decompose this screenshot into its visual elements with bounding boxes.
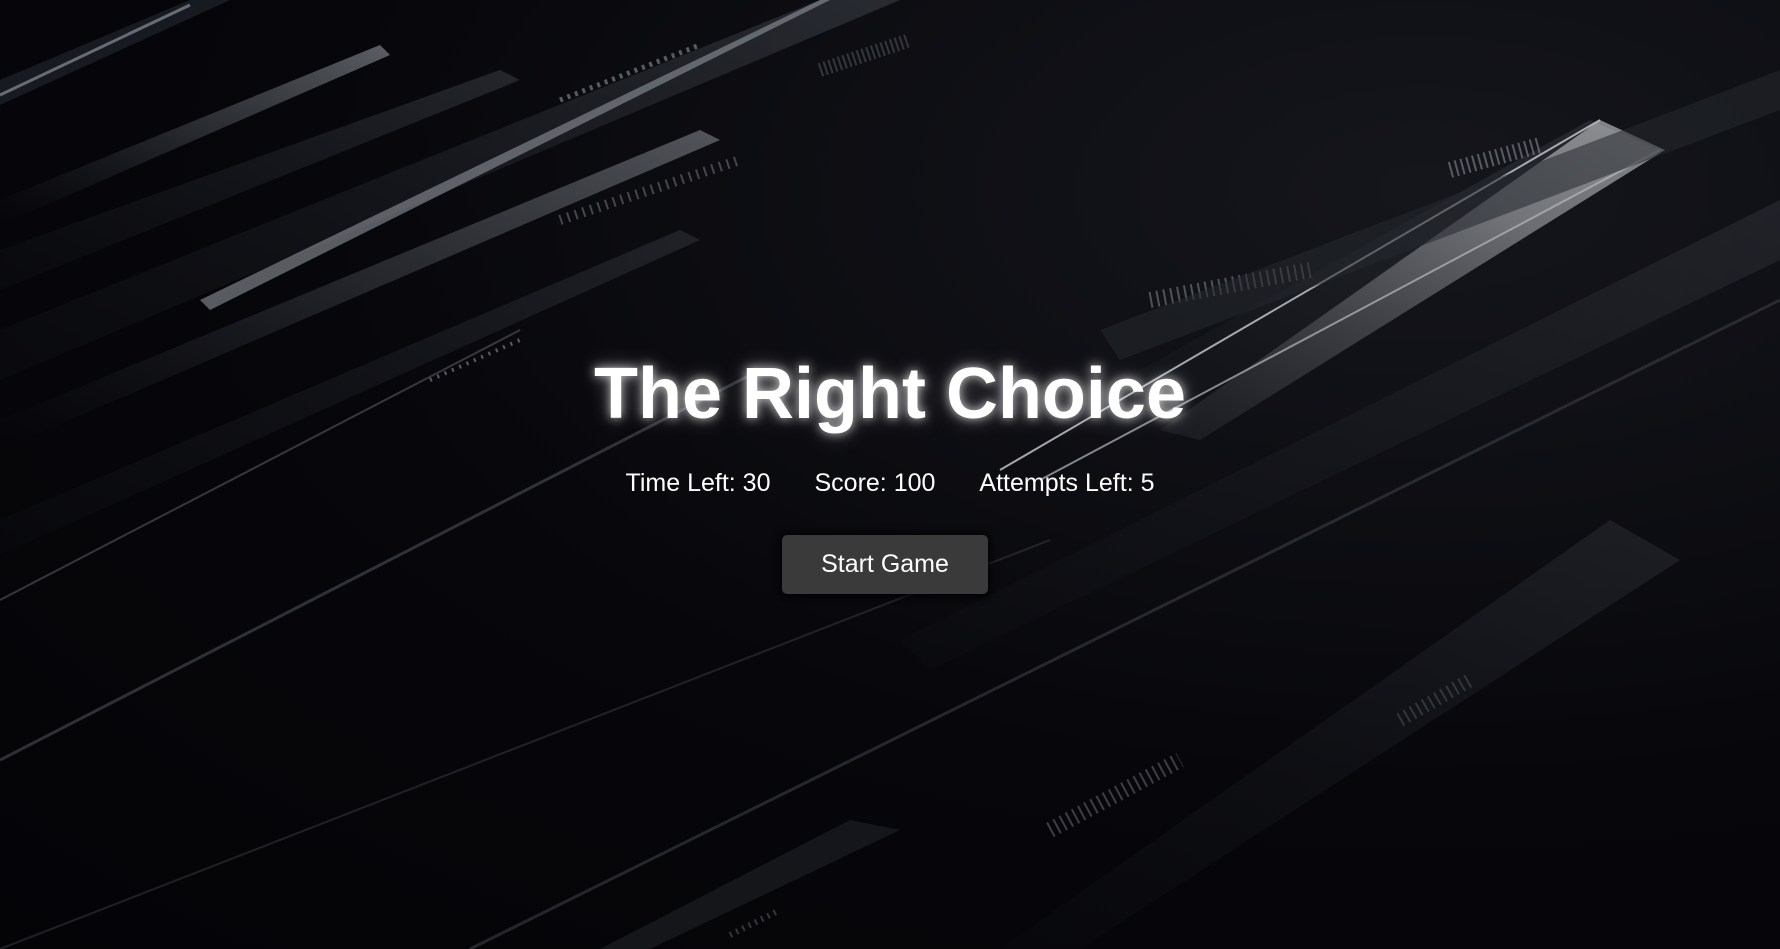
score-stat: Score: 100 [814,466,935,500]
game-screen: The Right Choice Time Left: 30 Score: 10… [0,0,1780,949]
attempts-left-label: Attempts Left: [979,469,1141,497]
attempts-left-value: 5 [1140,469,1155,497]
game-title: The Right Choice [594,354,1186,434]
start-game-button[interactable]: Start Game [782,535,988,594]
score-label: Score: [814,469,894,497]
start-screen: The Right Choice Time Left: 30 Score: 10… [0,0,1780,949]
score-value: 100 [893,469,936,497]
time-left-stat: Time Left: 30 [626,466,771,500]
attempts-left-stat: Attempts Left: 5 [979,466,1154,500]
time-left-value: 30 [742,469,771,497]
time-left-label: Time Left: [625,469,743,497]
stats-bar: Time Left: 30 Score: 100 Attempts Left: … [0,466,1780,500]
